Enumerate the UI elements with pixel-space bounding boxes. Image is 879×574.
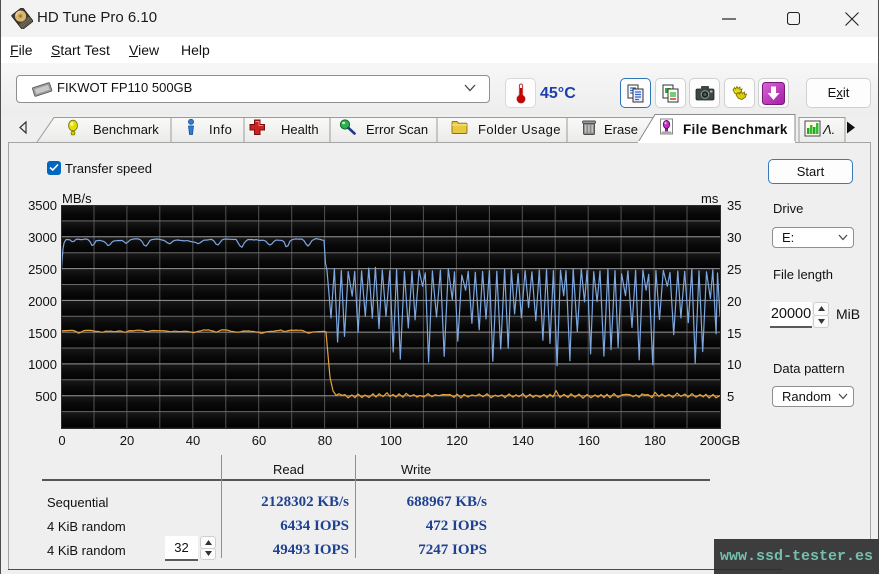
svg-text:Error Scan: Error Scan bbox=[366, 122, 428, 137]
svg-text:Erase: Erase bbox=[604, 122, 638, 137]
svg-text:Λ.: Λ. bbox=[822, 122, 835, 137]
svg-text:Info: Info bbox=[209, 122, 232, 137]
svg-text:File Benchmark: File Benchmark bbox=[683, 122, 788, 137]
svg-text:Health: Health bbox=[281, 122, 319, 137]
svg-text:Benchmark: Benchmark bbox=[93, 122, 159, 137]
svg-text:Folder Usage: Folder Usage bbox=[478, 122, 561, 137]
